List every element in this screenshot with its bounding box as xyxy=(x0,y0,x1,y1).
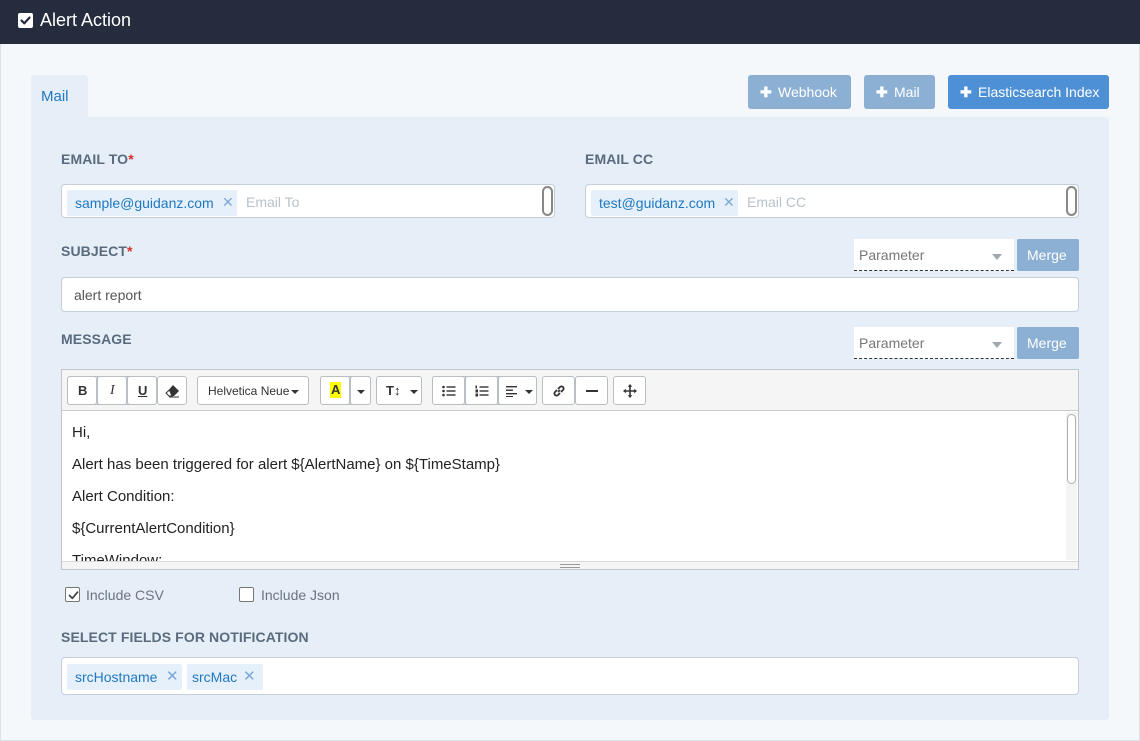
caret-down-icon xyxy=(291,390,299,394)
email-to-field[interactable]: sample@guidanz.com ✕ Email To xyxy=(61,184,555,218)
fullscreen-button[interactable] xyxy=(613,376,646,405)
clear-format-button[interactable] xyxy=(157,376,187,405)
message-editor: B I U Helvetica Neue A T↕ Hi, Alert has … xyxy=(61,369,1079,570)
bullet-list-icon xyxy=(442,385,456,397)
editor-toolbar: B I U Helvetica Neue A T↕ xyxy=(62,370,1078,411)
check-icon xyxy=(68,591,79,600)
field-chip: srcMac ✕ xyxy=(187,664,263,690)
resize-grip-icon xyxy=(560,564,580,568)
email-cc-chip: test@guidanz.com ✕ xyxy=(591,190,738,216)
email-to-placeholder: Email To xyxy=(246,194,300,210)
include-csv-label: Include CSV xyxy=(86,587,164,603)
add-mail-button[interactable]: ✚ Mail xyxy=(864,75,935,109)
subject-parameter-select[interactable]: Parameter xyxy=(854,239,1014,271)
chevron-down-icon xyxy=(992,254,1002,260)
remove-chip-icon[interactable]: ✕ xyxy=(222,194,234,211)
remove-chip-icon[interactable]: ✕ xyxy=(166,667,179,685)
plus-icon: ✚ xyxy=(960,84,972,100)
email-to-label: EMAIL TO* xyxy=(61,151,134,167)
message-label: MESSAGE xyxy=(61,331,132,347)
editor-resize-bar[interactable] xyxy=(62,561,1078,569)
align-select[interactable] xyxy=(498,376,537,405)
insert-link-button[interactable] xyxy=(542,376,575,405)
include-csv-checkbox[interactable] xyxy=(65,587,80,602)
bullet-list-button[interactable] xyxy=(432,376,465,405)
align-left-icon xyxy=(506,386,517,397)
move-arrows-icon xyxy=(623,384,637,398)
font-size-select[interactable]: T↕ xyxy=(376,376,422,405)
message-line: ${CurrentAlertCondition} xyxy=(72,520,235,537)
header-bar: Alert Action xyxy=(0,0,1140,44)
page-title: Alert Action xyxy=(40,10,132,30)
include-json-checkbox[interactable] xyxy=(239,587,254,602)
message-line: Alert has been triggered for alert ${Ale… xyxy=(72,456,501,473)
include-json-label: Include Json xyxy=(261,587,340,603)
editor-scrollbar[interactable] xyxy=(1066,412,1077,560)
numbered-list-icon xyxy=(475,385,489,397)
subject-merge-button[interactable]: Merge xyxy=(1017,239,1079,271)
notification-fields-select[interactable]: srcHostname ✕ srcMac ✕ xyxy=(61,657,1079,695)
check-icon xyxy=(20,16,31,25)
tab-mail[interactable]: Mail xyxy=(31,75,88,118)
field-chip: srcHostname ✕ xyxy=(67,664,182,690)
message-parameter-select[interactable]: Parameter xyxy=(854,327,1014,359)
horizontal-rule-button[interactable] xyxy=(575,376,608,405)
text-color-button[interactable]: A xyxy=(320,376,350,405)
scrollbar-thumb[interactable] xyxy=(1067,414,1076,484)
alert-action-checkbox[interactable] xyxy=(18,13,33,28)
remove-chip-icon[interactable]: ✕ xyxy=(723,194,735,211)
numbered-list-button[interactable] xyxy=(465,376,498,405)
bold-button[interactable]: B xyxy=(67,376,97,405)
email-cc-label: EMAIL CC xyxy=(585,151,654,167)
select-fields-label: SELECT FIELDS FOR NOTIFICATION xyxy=(61,629,309,645)
email-cc-field[interactable]: test@guidanz.com ✕ Email CC xyxy=(585,184,1079,218)
tab-mail-label: Mail xyxy=(41,88,69,105)
editor-content[interactable]: Hi, Alert has been triggered for alert $… xyxy=(62,411,1066,561)
resize-handle[interactable] xyxy=(542,186,553,216)
link-icon xyxy=(553,385,565,397)
horizontal-rule-icon xyxy=(586,390,598,392)
remove-chip-icon[interactable]: ✕ xyxy=(243,667,256,685)
add-elasticsearch-index-button[interactable]: ✚ Elasticsearch Index xyxy=(948,75,1109,109)
resize-handle[interactable] xyxy=(1066,186,1077,216)
text-color-dropdown[interactable] xyxy=(350,376,371,405)
plus-icon: ✚ xyxy=(760,84,772,100)
subject-label: SUBJECT* xyxy=(61,243,133,259)
underline-button[interactable]: U xyxy=(127,376,157,405)
message-line: Alert Condition: xyxy=(72,488,175,505)
eraser-icon xyxy=(165,385,179,398)
caret-down-icon xyxy=(525,390,533,394)
message-merge-button[interactable]: Merge xyxy=(1017,327,1079,359)
message-line: TimeWindow: xyxy=(72,552,163,561)
chevron-down-icon xyxy=(992,342,1002,348)
plus-icon: ✚ xyxy=(876,84,888,100)
email-cc-placeholder: Email CC xyxy=(747,194,807,210)
caret-down-icon xyxy=(410,390,418,394)
add-webhook-button[interactable]: ✚ Webhook xyxy=(748,75,851,109)
italic-button[interactable]: I xyxy=(97,376,127,405)
email-to-chip: sample@guidanz.com ✕ xyxy=(67,190,237,216)
font-family-select[interactable]: Helvetica Neue xyxy=(197,376,309,405)
caret-down-icon xyxy=(357,390,365,394)
message-line: Hi, xyxy=(72,424,91,441)
subject-input[interactable]: alert report xyxy=(61,277,1079,312)
